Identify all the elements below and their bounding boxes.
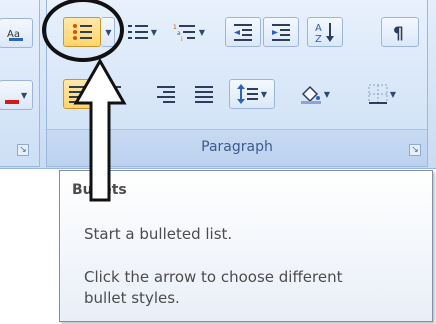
text-effects-icon: Aa [7, 29, 23, 41]
numbering-button[interactable]: ▼ [119, 17, 165, 47]
sort-icon: A Z [315, 23, 334, 43]
chevron-down-icon: ▼ [323, 89, 331, 99]
increase-indent-button[interactable] [263, 17, 299, 47]
show-hide-button[interactable]: ¶ [381, 17, 419, 47]
shading-button[interactable]: ▼ [287, 79, 343, 109]
decrease-indent-button[interactable] [225, 17, 261, 47]
font-dialog-launcher[interactable]: ↘ [17, 144, 29, 156]
decrease-indent-icon [234, 24, 252, 41]
svg-text:i: i [181, 36, 183, 42]
font-color-icon: ▼ [5, 91, 28, 104]
borders-icon [368, 84, 388, 104]
annotation-arrow [73, 58, 127, 202]
paragraph-dialog-launcher[interactable]: ↘ [409, 144, 421, 156]
line-spacing-icon [236, 84, 258, 104]
svg-text:A: A [315, 23, 322, 34]
numbering-icon [127, 25, 148, 39]
multilevel-list-icon: 1 a i [173, 24, 195, 42]
chevron-down-icon: ▼ [389, 89, 397, 99]
font-group-partial: Aa ▼ ↘ [0, 0, 40, 167]
justify-icon [195, 86, 213, 103]
shading-icon [300, 85, 321, 104]
chevron-down-icon: ▼ [260, 89, 268, 99]
line-spacing-button[interactable]: ▼ [229, 79, 275, 109]
chevron-down-icon: ▼ [150, 27, 158, 37]
svg-text:¶: ¶ [393, 24, 404, 42]
increase-indent-icon [272, 24, 290, 41]
borders-button[interactable]: ▼ [353, 79, 411, 109]
font-color-button[interactable]: ▼ [0, 80, 33, 110]
pilcrow-icon: ¶ [393, 24, 404, 42]
justify-button[interactable] [189, 79, 219, 109]
sort-button[interactable]: A Z [307, 17, 343, 47]
svg-text:Z: Z [315, 34, 322, 43]
chevron-down-icon: ▼ [198, 27, 206, 37]
tooltip-hint-line-2: bullet styles. [84, 289, 180, 307]
highlight-circle [42, 0, 124, 62]
multilevel-list-button[interactable]: 1 a i ▼ [167, 17, 211, 47]
svg-text:▼: ▼ [21, 91, 28, 100]
text-effects-button[interactable]: Aa [0, 18, 33, 48]
tooltip-hint-line-1: Click the arrow to choose different [84, 268, 343, 286]
align-right-button[interactable] [151, 79, 181, 109]
tooltip-description: Start a bulleted list. [84, 225, 233, 243]
align-right-icon [157, 86, 175, 103]
